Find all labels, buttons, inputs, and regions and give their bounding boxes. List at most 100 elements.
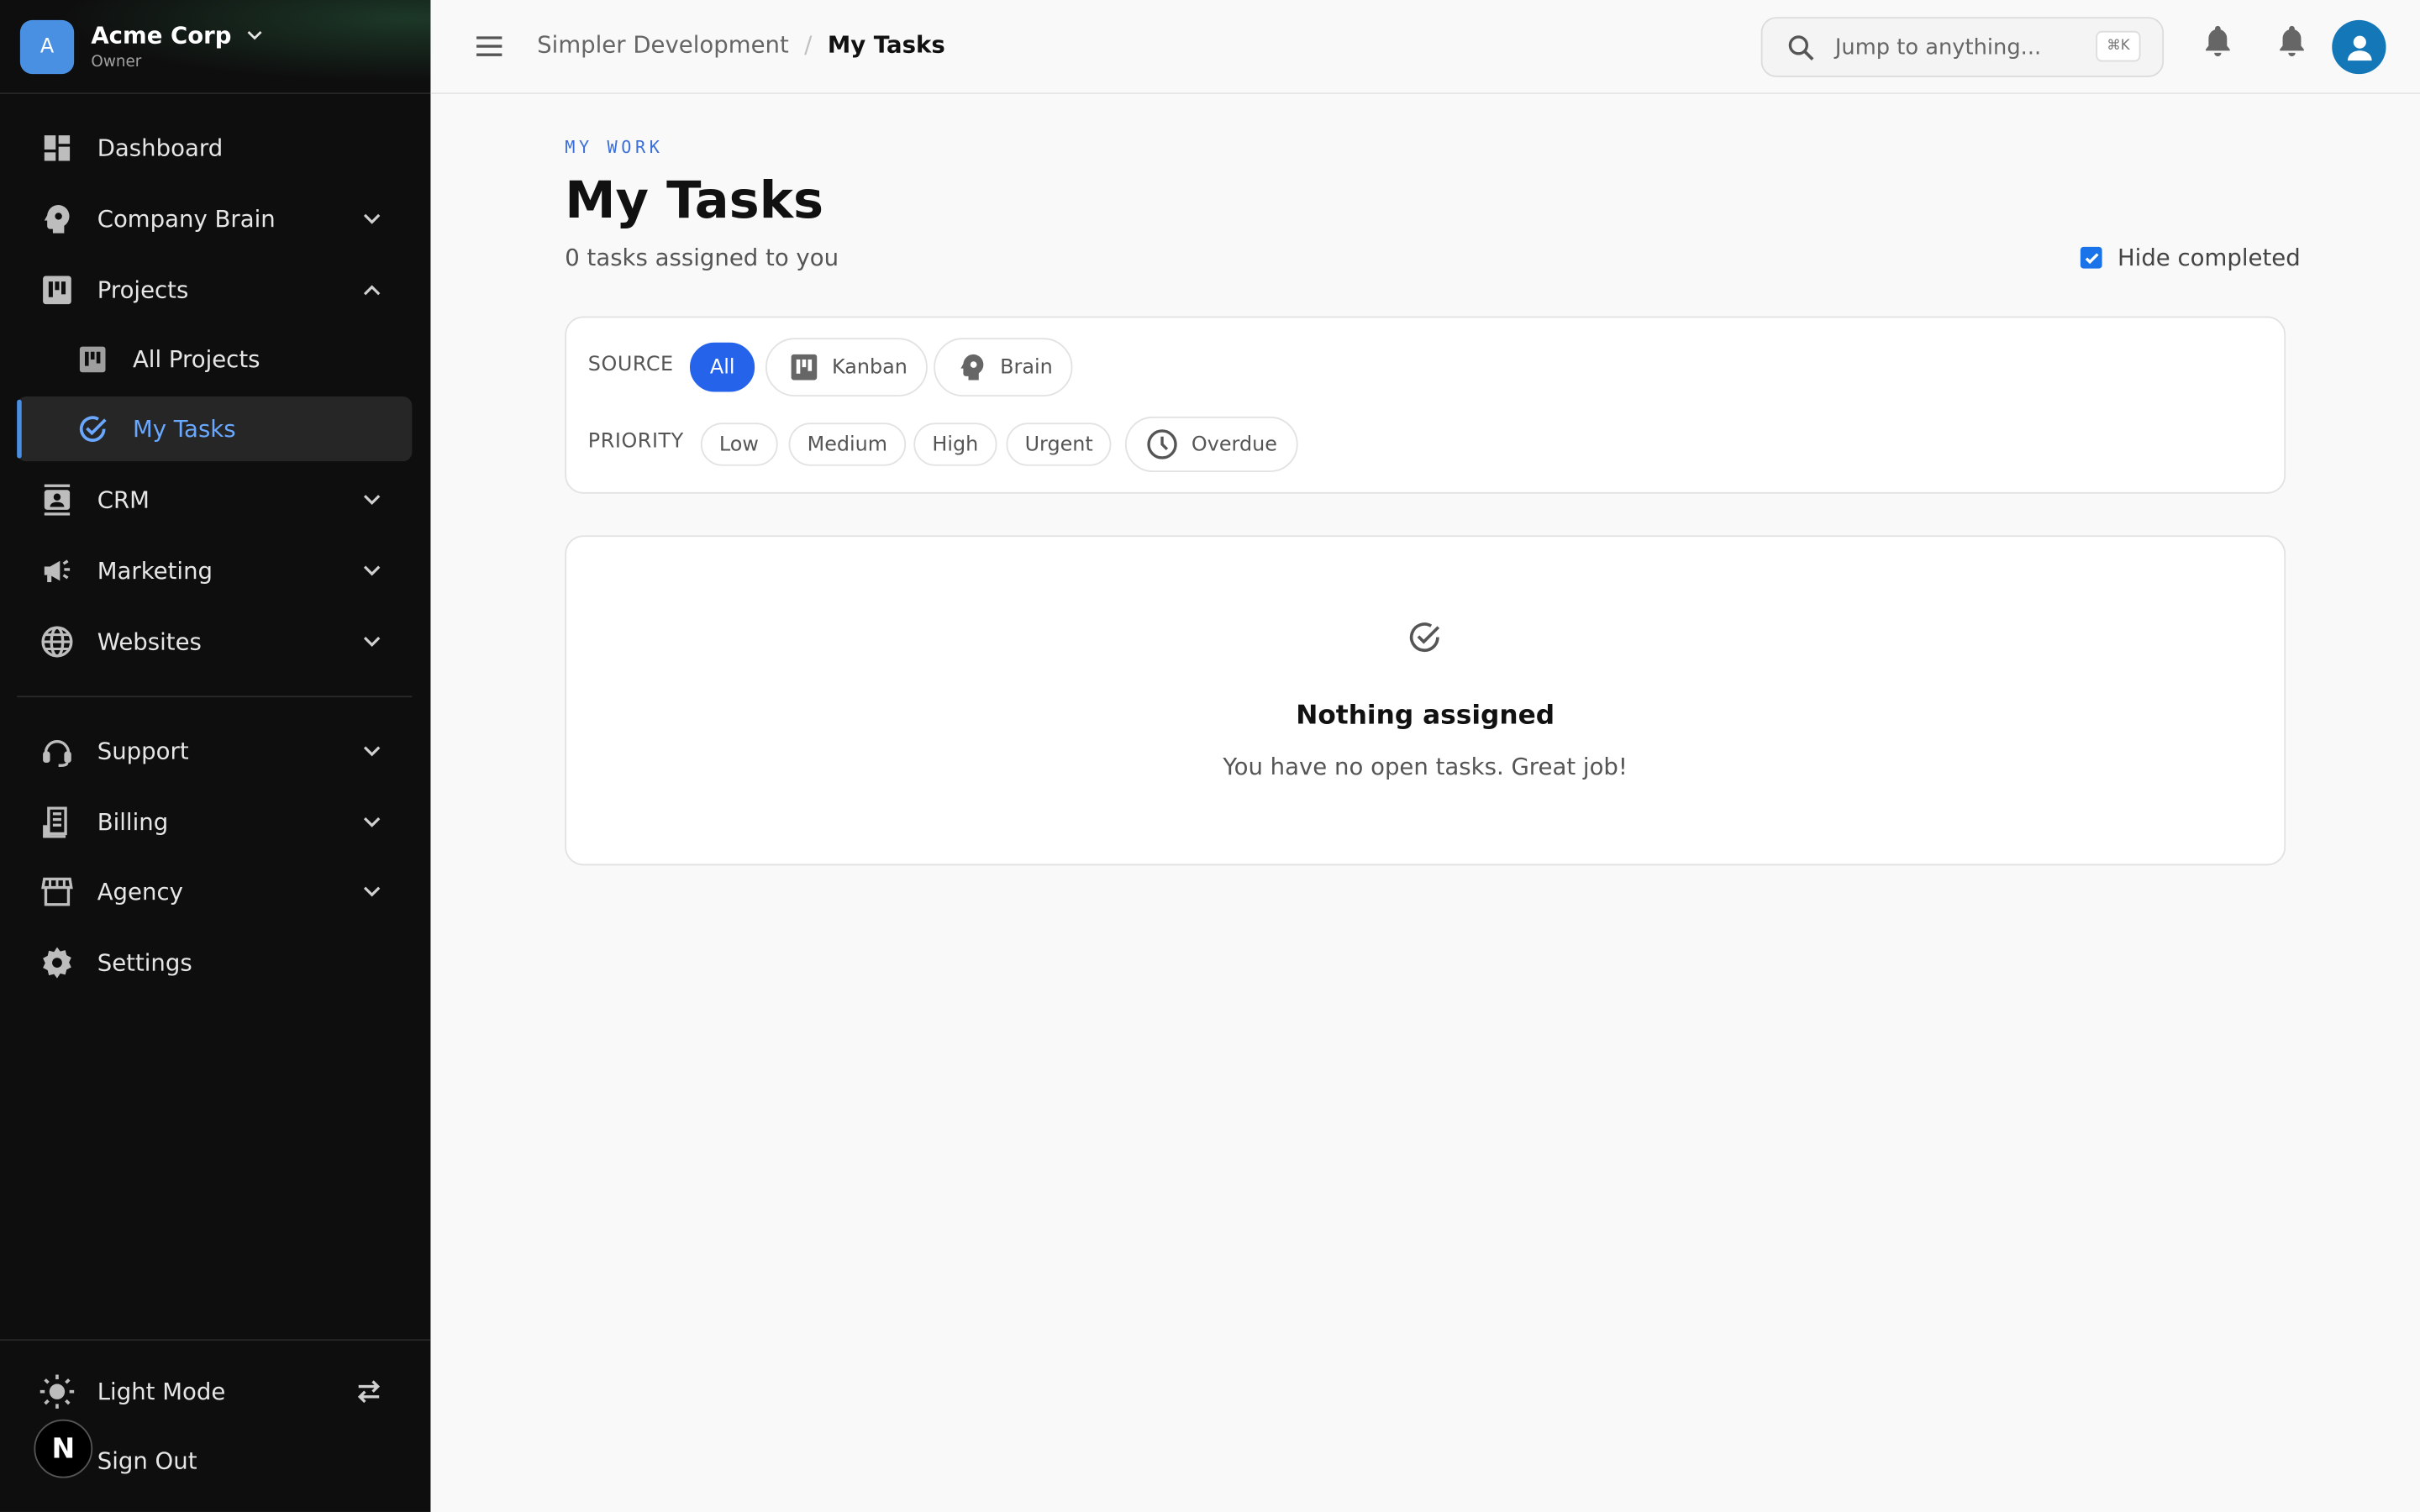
chevron-down-icon xyxy=(247,30,262,40)
source-chip-kanban[interactable]: Kanban xyxy=(765,338,928,397)
bell-icon[interactable] xyxy=(2275,24,2308,57)
sidebar-item-label: Support xyxy=(97,737,189,766)
empty-state-message: You have no open tasks. Great job! xyxy=(1223,753,1628,781)
check-circle-icon xyxy=(74,411,111,448)
sidebar-item-support[interactable]: Support xyxy=(17,719,412,784)
sidebar-divider xyxy=(17,696,413,698)
brain-icon xyxy=(960,354,984,381)
sidebar-item-all-projects[interactable]: All Projects xyxy=(17,327,412,391)
sidebar-item-label: Projects xyxy=(97,276,189,304)
framework-badge[interactable]: N xyxy=(34,1419,93,1478)
sidebar-item-label: Websites xyxy=(97,627,202,656)
search-icon xyxy=(1788,34,1814,60)
checkmark-icon xyxy=(2084,252,2098,264)
overdue-chip[interactable]: Overdue xyxy=(1124,416,1297,473)
chip-label: High xyxy=(932,433,979,456)
hide-completed-checkbox[interactable] xyxy=(2080,246,2102,269)
search-input[interactable]: Jump to anything... ⌘K xyxy=(1760,17,2165,77)
sidebar-item-label: Company Brain xyxy=(97,205,276,234)
chevron-down-icon xyxy=(363,637,381,647)
sidebar-item-websites[interactable]: Websites xyxy=(17,609,412,674)
org-switcher[interactable]: A Acme Corp Owner xyxy=(0,0,431,95)
light-mode-label: Light Mode xyxy=(97,1378,226,1406)
org-role: Owner xyxy=(91,54,142,71)
priority-chip-low[interactable]: Low xyxy=(700,423,777,466)
source-chip-all[interactable]: All xyxy=(690,342,755,392)
source-chip-brain[interactable]: Brain xyxy=(934,338,1073,397)
sidebar-item-billing[interactable]: Billing xyxy=(17,790,412,854)
megaphone-icon xyxy=(39,553,76,590)
page-eyebrow: MY WORK xyxy=(565,137,664,158)
breadcrumb: Simpler Development / My Tasks xyxy=(537,31,945,59)
sidebar-item-label: Dashboard xyxy=(97,134,224,162)
filter-panel: SOURCE All Kanban Brain PRIORITY Low Med… xyxy=(565,316,2286,494)
globe-icon xyxy=(39,623,76,660)
gear-icon xyxy=(39,944,76,981)
empty-state-title: Nothing assigned xyxy=(1296,700,1555,732)
chip-label: Kanban xyxy=(831,355,908,379)
sidebar-item-label: Billing xyxy=(97,808,169,837)
user-avatar[interactable] xyxy=(2332,19,2386,75)
contacts-icon xyxy=(39,481,76,518)
sidebar-item-projects[interactable]: Projects xyxy=(17,258,412,323)
sidebar-item-label: My Tasks xyxy=(132,415,236,444)
receipt-icon xyxy=(39,804,76,841)
priority-chip-urgent[interactable]: Urgent xyxy=(1006,423,1112,466)
sidebar-item-label: CRM xyxy=(97,486,150,514)
bell-icon[interactable] xyxy=(2201,24,2234,57)
chevron-down-icon xyxy=(363,213,381,224)
source-filter-label: SOURCE xyxy=(587,353,674,377)
sidebar-item-my-tasks[interactable]: My Tasks xyxy=(17,396,413,462)
chevron-up-icon xyxy=(363,285,381,296)
sidebar-item-company-brain[interactable]: Company Brain xyxy=(17,186,412,251)
chip-label: Overdue xyxy=(1191,433,1277,456)
hamburger-menu-icon[interactable] xyxy=(472,29,506,63)
sidebar-item-label: Marketing xyxy=(97,557,213,585)
chevron-down-icon xyxy=(363,816,381,827)
sidebar-item-dashboard[interactable]: Dashboard xyxy=(17,116,412,181)
sidebar-item-settings[interactable]: Settings xyxy=(17,931,412,995)
breadcrumb-parent[interactable]: Simpler Development xyxy=(537,31,789,59)
priority-chip-medium[interactable]: Medium xyxy=(788,423,907,466)
brain-icon xyxy=(39,201,76,238)
empty-state: Nothing assigned You have no open tasks.… xyxy=(565,535,2286,866)
sun-icon xyxy=(39,1373,76,1410)
headset-icon xyxy=(39,732,76,769)
chevron-down-icon xyxy=(363,565,381,576)
storefront-icon xyxy=(39,874,76,911)
search-shortcut: ⌘K xyxy=(2096,30,2141,62)
sidebar-item-marketing[interactable]: Marketing xyxy=(17,538,412,603)
sidebar-item-label: All Projects xyxy=(132,345,260,374)
priority-chip-high[interactable]: High xyxy=(913,423,997,466)
chip-label: Urgent xyxy=(1024,433,1093,456)
chip-label: Brain xyxy=(1000,355,1053,379)
sidebar-item-label: Agency xyxy=(97,878,183,906)
user-icon xyxy=(2347,34,2371,60)
kanban-icon xyxy=(791,354,818,381)
kanban-icon xyxy=(74,341,111,378)
sidebar-item-agency[interactable]: Agency xyxy=(17,859,412,924)
light-mode-toggle[interactable]: Light Mode xyxy=(17,1359,412,1424)
chevron-down-icon xyxy=(363,886,381,897)
page-title: My Tasks xyxy=(565,170,824,230)
org-avatar: A xyxy=(19,18,75,74)
org-name: Acme Corp xyxy=(91,21,232,50)
chevron-down-icon xyxy=(363,495,381,506)
clock-icon xyxy=(1147,429,1177,459)
hide-completed-label: Hide completed xyxy=(2117,244,2301,272)
search-placeholder: Jump to anything... xyxy=(1834,34,2042,60)
chip-label: Low xyxy=(718,433,759,456)
sidebar-item-label: Settings xyxy=(97,948,192,977)
chevron-down-icon xyxy=(363,746,381,757)
sidebar-bottom-divider xyxy=(0,1339,431,1341)
sidebar: A Acme Corp Owner Dashboard Company Brai… xyxy=(0,0,431,1512)
sign-out-label: Sign Out xyxy=(97,1446,197,1475)
breadcrumb-current: My Tasks xyxy=(827,30,945,59)
topbar: Simpler Development / My Tasks Jump to a… xyxy=(430,0,2420,95)
org-info: Acme Corp Owner xyxy=(91,22,266,71)
check-circle-icon xyxy=(1409,622,1440,652)
hide-completed-toggle[interactable]: Hide completed xyxy=(2080,244,2301,272)
breadcrumb-separator: / xyxy=(804,30,813,59)
sidebar-item-crm[interactable]: CRM xyxy=(17,468,412,533)
swap-icon xyxy=(357,1380,381,1404)
